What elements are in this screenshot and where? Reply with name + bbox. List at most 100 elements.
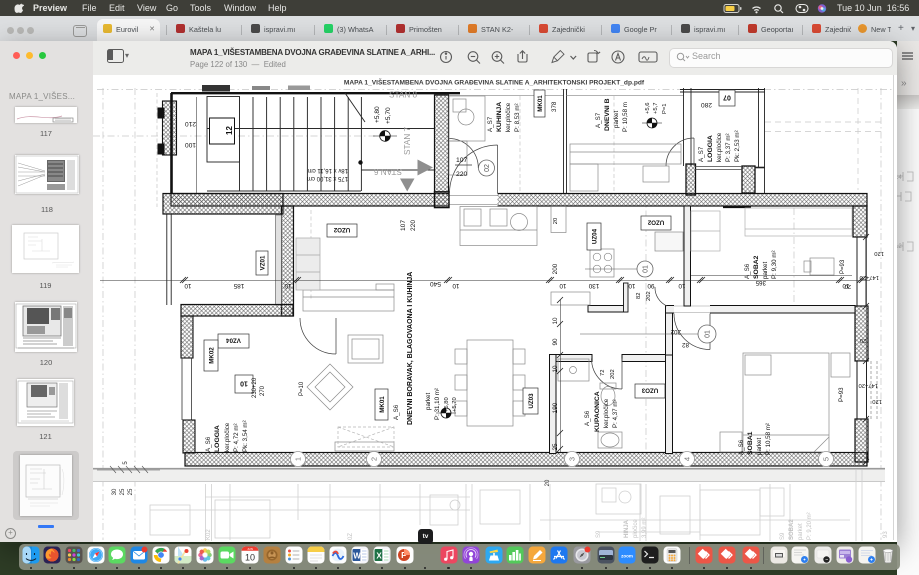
- svg-text:A_S7: A_S7: [698, 146, 705, 162]
- svg-text:UZ03: UZ03: [528, 393, 535, 409]
- svg-text:parket: parket: [756, 438, 763, 455]
- svg-text:Pk: 3,54 m²: Pk: 3,54 m²: [242, 420, 249, 452]
- svg-text:2: 2: [370, 457, 379, 461]
- svg-text:P: 4,37 m²: P: 4,37 m²: [612, 399, 619, 428]
- svg-text:120: 120: [872, 398, 882, 404]
- svg-text:+5,80: +5,80: [374, 106, 381, 123]
- svg-text:0Z: 0Z: [348, 533, 354, 540]
- svg-text:KUPAONICA: KUPAONICA: [594, 391, 601, 432]
- svg-text:10: 10: [184, 282, 192, 289]
- svg-text:STAN 8: STAN 8: [389, 91, 418, 100]
- svg-text:A_S7: A_S7: [595, 112, 602, 128]
- svg-text:P=10: P=10: [299, 381, 305, 396]
- svg-text:MAPA 1_VIŠESTAMBENA DVOJNA GRA: MAPA 1_VIŠESTAMBENA DVOJNA GRAĐEVINA SLA…: [344, 78, 645, 87]
- svg-text:10: 10: [842, 282, 850, 289]
- svg-text:parket: parket: [798, 523, 804, 540]
- svg-text:ker.pločice: ker.pločice: [716, 132, 723, 162]
- svg-text:270: 270: [260, 385, 266, 396]
- svg-text:107: 107: [456, 157, 468, 164]
- svg-text:P: 31,10 m²: P: 31,10 m²: [434, 388, 441, 420]
- svg-text:KUHINJA: KUHINJA: [496, 102, 503, 132]
- svg-text:K02: K02: [206, 529, 212, 540]
- svg-text:107: 107: [400, 220, 407, 231]
- svg-text:P=93: P=93: [840, 259, 846, 274]
- svg-text:A_S6: A_S6: [584, 410, 591, 426]
- svg-text:10: 10: [240, 380, 248, 387]
- svg-text:3: 3: [568, 457, 577, 461]
- svg-text:210: 210: [185, 120, 196, 127]
- svg-text:STAN 7: STAN 7: [403, 126, 412, 155]
- svg-text:25: 25: [128, 488, 134, 495]
- svg-text:LOGGIA: LOGGIA: [214, 425, 221, 452]
- svg-text:parket: parket: [425, 393, 432, 410]
- svg-text:DNEVNI BORAVAK, BLAGOVAONA I K: DNEVNI BORAVAK, BLAGOVAONA I KUHINJA: [407, 272, 414, 425]
- svg-text:100: 100: [185, 141, 196, 148]
- svg-text:Pk: 2,53 m²: Pk: 2,53 m²: [734, 130, 741, 162]
- svg-text:+5,6: +5,6: [645, 103, 651, 114]
- svg-text:202: 202: [610, 369, 616, 379]
- svg-text:18v x 16,11 cm: 18v x 16,11 cm: [308, 167, 348, 173]
- svg-text:DNEVNI B: DNEVNI B: [604, 98, 611, 131]
- svg-text:UZO2: UZO2: [647, 219, 664, 226]
- svg-text:LOGGIA: LOGGIA: [707, 135, 714, 162]
- svg-text:02: 02: [484, 164, 491, 172]
- svg-text:93: 93: [883, 531, 889, 538]
- svg-text:01: 01: [705, 330, 712, 338]
- svg-text:378: 378: [551, 101, 558, 112]
- svg-text:P: 8,53 m²: P: 8,53 m²: [514, 103, 521, 132]
- svg-text:parket: parket: [762, 262, 769, 279]
- svg-text:90: 90: [647, 282, 655, 289]
- svg-text:82: 82: [636, 293, 642, 299]
- svg-text:90: 90: [552, 338, 559, 346]
- svg-text:SOBA2: SOBA2: [789, 519, 795, 540]
- svg-text:147+20: 147+20: [858, 382, 878, 388]
- svg-text:220: 220: [410, 220, 417, 231]
- svg-text:P: 10,58 m²: P: 10,58 m²: [765, 423, 772, 455]
- svg-text:STAN 6: STAN 6: [373, 167, 402, 176]
- svg-text:P: 9,30 m²: P: 9,30 m²: [771, 250, 778, 279]
- svg-text:P: 10,58 m: P: 10,58 m: [622, 102, 629, 132]
- svg-text:+5,70: +5,70: [385, 107, 392, 124]
- svg-text:P: 3,37 m²: P: 3,37 m²: [725, 133, 732, 162]
- svg-text:A_S6: A_S6: [744, 263, 751, 279]
- svg-text:+5,70: +5,70: [452, 397, 458, 412]
- svg-text:ker.pločice: ker.pločice: [505, 102, 512, 132]
- svg-text:10: 10: [284, 282, 292, 289]
- svg-text:MK02: MK02: [209, 347, 216, 364]
- svg-text:5: 5: [822, 457, 831, 461]
- svg-text:10: 10: [552, 317, 559, 325]
- svg-text:20: 20: [553, 218, 559, 224]
- svg-text:120: 120: [874, 250, 884, 256]
- svg-text:P: 4,72 m²: P: 4,72 m²: [233, 423, 240, 452]
- svg-text:HINJA: HINJA: [624, 519, 630, 538]
- svg-text:UZ04: UZ04: [592, 228, 599, 244]
- svg-text:UZO2: UZO2: [333, 226, 350, 233]
- svg-text:VZ01: VZ01: [260, 255, 267, 270]
- svg-text:540: 540: [430, 280, 441, 287]
- svg-text:72: 72: [600, 370, 606, 376]
- svg-text:pločice: pločice: [633, 519, 639, 538]
- svg-text:10: 10: [559, 282, 567, 289]
- svg-text:A_S6: A_S6: [205, 436, 212, 452]
- svg-text:280: 280: [701, 101, 712, 108]
- svg-text:A_S6: A_S6: [393, 404, 400, 420]
- svg-text:VZ04: VZ04: [226, 337, 241, 344]
- svg-text:200: 200: [552, 263, 559, 274]
- svg-text:130: 130: [588, 282, 599, 289]
- svg-text:ker.pločice: ker.pločice: [224, 422, 231, 452]
- svg-text:230+20: 230+20: [252, 377, 258, 398]
- svg-text:A_S7: A_S7: [487, 116, 494, 132]
- svg-text:parket: parket: [613, 111, 620, 128]
- svg-text:20: 20: [860, 337, 866, 343]
- svg-text:4: 4: [683, 457, 692, 461]
- svg-text:190: 190: [552, 402, 559, 413]
- svg-text:175 x 31,00 cm: 175 x 31,00 cm: [307, 175, 348, 181]
- svg-text:10: 10: [628, 282, 636, 289]
- svg-text:82: 82: [682, 341, 689, 348]
- svg-text:5: 5: [123, 461, 129, 465]
- svg-text:A_S6: A_S6: [738, 439, 745, 455]
- svg-text:SOBA1: SOBA1: [747, 431, 754, 455]
- svg-text:10: 10: [552, 365, 559, 373]
- svg-text:30: 30: [112, 488, 118, 495]
- svg-text:+5,80: +5,80: [444, 397, 450, 412]
